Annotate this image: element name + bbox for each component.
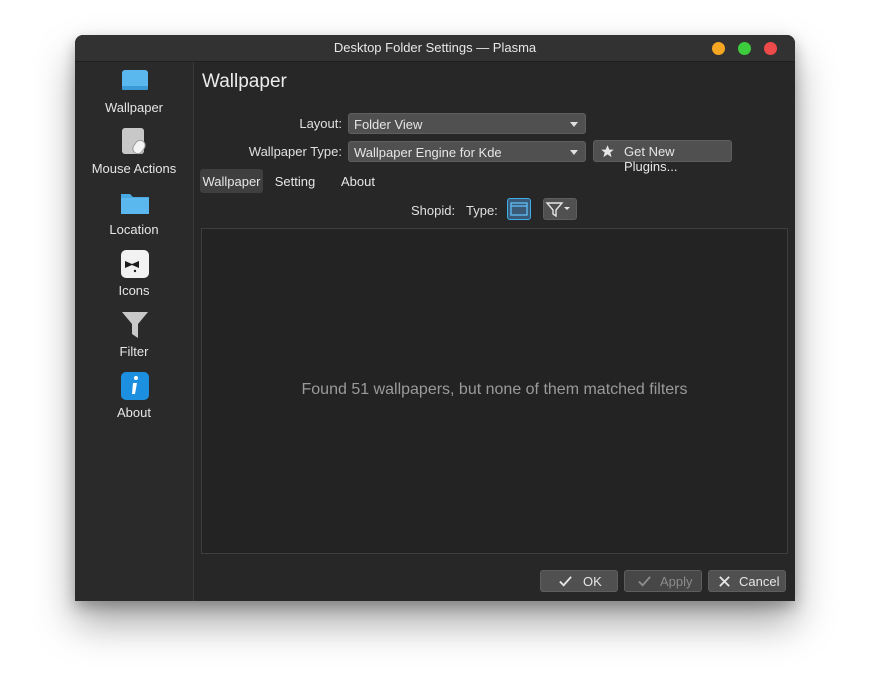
sidebar-item-label: Icons [118, 283, 150, 298]
wallpaper-type-select[interactable]: Wallpaper Engine for Kde [348, 141, 586, 162]
tab-setting[interactable]: Setting [269, 169, 321, 193]
sidebar-item-location[interactable]: Location [75, 189, 193, 245]
tab-label: Wallpaper [202, 174, 261, 189]
layout-select[interactable]: Folder View [348, 113, 586, 134]
ok-label: OK [583, 574, 602, 589]
cancel-label: Cancel [739, 574, 780, 589]
sidebar-item-mouse-actions[interactable]: Mouse Actions [75, 128, 193, 184]
empty-state-message: Found 51 wallpapers, but none of them ma… [301, 381, 688, 398]
apply-label: Apply [660, 574, 693, 589]
cancel-button[interactable]: Cancel [708, 570, 786, 592]
sidebar-item-icons[interactable]: Icons [75, 250, 193, 306]
sidebar-item-label: Wallpaper [104, 100, 164, 115]
title-bar[interactable]: Desktop Folder Settings — Plasma [75, 35, 795, 62]
star-icon [600, 144, 615, 162]
sidebar-item-label: Mouse Actions [91, 161, 177, 176]
sidebar-item-filter[interactable]: Filter [75, 311, 193, 367]
close-icon [718, 575, 731, 591]
minimize-button[interactable] [712, 42, 725, 55]
folder-icon [510, 202, 528, 216]
settings-window: Desktop Folder Settings — Plasma Wallpap… [75, 35, 795, 601]
sidebar-item-about[interactable]: About [75, 372, 193, 428]
check-icon [558, 574, 573, 592]
sidebar: Wallpaper Mouse Actions Location Icons F… [75, 62, 194, 601]
filter-icon [545, 202, 570, 218]
apply-button[interactable]: Apply [624, 570, 702, 592]
close-button[interactable] [764, 42, 777, 55]
layout-label: Layout: [299, 116, 342, 131]
maximize-button[interactable] [738, 42, 751, 55]
get-new-plugins-button[interactable]: Get New Plugins... [593, 140, 732, 174]
sidebar-item-label: Location [109, 222, 159, 237]
ok-button[interactable]: OK [540, 570, 618, 592]
sidebar-item-label: About [117, 405, 151, 420]
window-title: Desktop Folder Settings — Plasma [333, 40, 537, 55]
tab-about[interactable]: About [336, 169, 380, 193]
type-folder-button[interactable] [507, 198, 531, 220]
folder-icon [120, 189, 150, 217]
sidebar-item-label: Filter [119, 344, 149, 359]
chevron-down-icon [570, 122, 578, 127]
filter-icon [120, 311, 150, 339]
get-new-plugins-label: Get New Plugins... [624, 144, 678, 174]
sidebar-item-wallpaper[interactable]: Wallpaper [75, 67, 193, 123]
icons-icon [120, 250, 150, 278]
shopid-label: Shopid: [411, 203, 456, 218]
page-title: Wallpaper [202, 71, 287, 92]
tab-label: Setting [274, 174, 316, 189]
tab-wallpaper[interactable]: Wallpaper [200, 169, 263, 193]
tab-label: About [341, 174, 375, 189]
wallpaper-list-panel[interactable]: Found 51 wallpapers, but none of them ma… [201, 228, 788, 554]
info-icon [120, 372, 150, 400]
chevron-down-icon [570, 150, 578, 155]
wallpaper-type-label: Wallpaper Type: [248, 144, 342, 159]
filter-dropdown-button[interactable] [543, 198, 577, 220]
main-content: Wallpaper Layout: Folder View Wallpaper … [194, 62, 795, 601]
layout-select-value: Folder View [354, 117, 423, 132]
wallpaper-icon [120, 67, 150, 95]
wallpaper-type-value: Wallpaper Engine for Kde [354, 145, 502, 160]
type-label: Type: [466, 203, 498, 218]
check-icon [637, 574, 652, 592]
mouse-actions-icon [120, 128, 150, 156]
